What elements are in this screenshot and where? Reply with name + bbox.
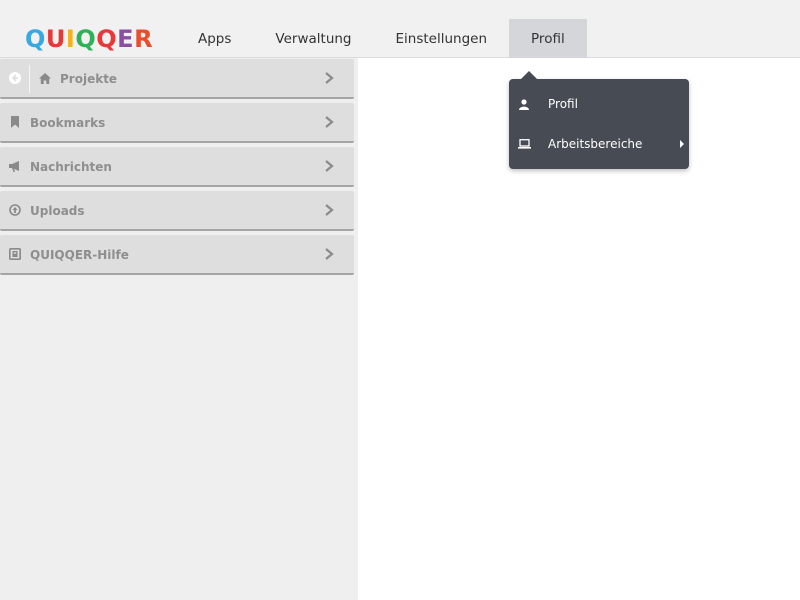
help-box-icon: [8, 235, 22, 273]
logo-letter: R: [134, 25, 154, 53]
panel-nachrichten[interactable]: Nachrichten: [0, 147, 354, 187]
bullhorn-icon: [8, 147, 22, 185]
sidebar: Projekte Bookmarks Nachrichten Uploads Q…: [0, 58, 358, 600]
panel-bookmarks[interactable]: Bookmarks: [0, 103, 354, 143]
chevron-right-icon: [325, 72, 334, 84]
profile-dropdown-menu: Profil Arbeitsbereiche: [509, 79, 689, 169]
dropdown-pointer: [521, 71, 537, 79]
nav-item-profil[interactable]: Profil: [509, 19, 587, 58]
logo-letter: E: [117, 25, 135, 53]
laptop-icon: [517, 137, 531, 151]
main-nav: Apps Verwaltung Einstellungen Profil: [176, 19, 587, 58]
divider: [29, 65, 30, 93]
logo-letter: Q: [96, 25, 118, 53]
panel-uploads[interactable]: Uploads: [0, 191, 354, 231]
chevron-right-icon: [325, 116, 334, 128]
logo-letter: I: [65, 25, 76, 53]
chevron-right-icon: [325, 204, 334, 216]
quiqqer-logo[interactable]: QUIQQER: [25, 26, 153, 52]
menu-item-label: Profil: [548, 97, 578, 111]
panel-label: Uploads: [30, 204, 85, 218]
user-icon: [517, 97, 531, 111]
chevron-right-icon: [325, 160, 334, 172]
nav-item-apps[interactable]: Apps: [176, 19, 253, 58]
logo-letter: Q: [75, 25, 97, 53]
upload-circle-icon: [8, 191, 22, 229]
menu-item-label: Arbeitsbereiche: [548, 137, 643, 151]
chevron-right-icon: [325, 248, 334, 260]
submenu-arrow-icon: [680, 140, 684, 148]
panel-label: QUIQQER-Hilfe: [30, 248, 129, 262]
nav-item-verwaltung[interactable]: Verwaltung: [253, 19, 373, 58]
menu-item-profil[interactable]: Profil: [509, 84, 689, 124]
panel-projekte[interactable]: Projekte: [0, 59, 354, 99]
panel-label: Nachrichten: [30, 160, 112, 174]
menu-item-arbeitsbereiche[interactable]: Arbeitsbereiche: [509, 124, 689, 164]
panel-label: Bookmarks: [30, 116, 106, 130]
home-icon: [38, 59, 52, 97]
panel-quiqqer-hilfe[interactable]: QUIQQER-Hilfe: [0, 235, 354, 275]
top-bar: QUIQQER Apps Verwaltung Einstellungen Pr…: [0, 0, 800, 58]
panel-label: Projekte: [60, 72, 118, 86]
back-circle-icon[interactable]: [8, 59, 22, 97]
bookmark-icon: [8, 103, 22, 141]
logo-letter: U: [45, 25, 66, 53]
nav-item-einstellungen[interactable]: Einstellungen: [374, 19, 510, 58]
logo-letter: Q: [25, 25, 46, 53]
